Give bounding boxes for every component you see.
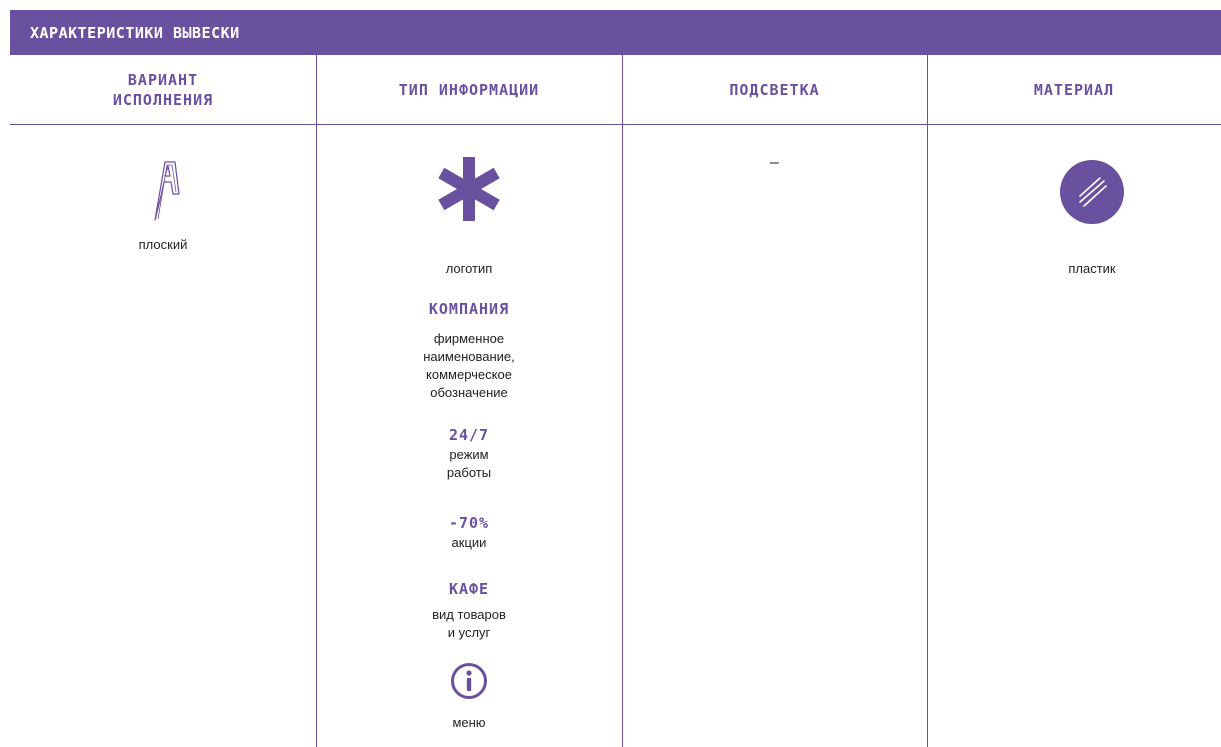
- asterisk-icon: [316, 154, 622, 224]
- hours-title: 24/7: [448, 426, 490, 444]
- variant-column: плоский: [10, 124, 316, 424]
- header-variant: ВАРИАНТ ИСПОЛНЕНИЯ: [112, 70, 214, 109]
- goods-title: КАФЕ: [448, 580, 490, 598]
- company-title: КОМПАНИЯ: [428, 300, 510, 318]
- plastic-stripes-icon: [927, 160, 1221, 229]
- header-lighting: ПОДСВЕТКА: [729, 80, 820, 99]
- info-circle-icon: [316, 662, 622, 700]
- header-material: МАТЕРИАЛ: [1033, 80, 1115, 99]
- variant-label: плоский: [138, 237, 188, 252]
- logo-label: логотип: [445, 261, 493, 276]
- lighting-value: –: [770, 154, 779, 171]
- goods-label: вид товаров и услуг: [432, 607, 506, 640]
- company-label: фирменное наименование, коммерческое обо…: [423, 331, 515, 400]
- hours-label: режим работы: [446, 447, 492, 480]
- material-column: пластик: [927, 124, 1221, 324]
- table-title: ХАРАКТЕРИСТИКИ ВЫВЕСКИ: [30, 23, 240, 42]
- promo-title: -70%: [448, 514, 490, 532]
- header-info-type: ТИП ИНФОРМАЦИИ: [398, 80, 540, 99]
- letter-a-outline-icon: [10, 156, 316, 226]
- lighting-column: –: [622, 124, 927, 224]
- info-type-column: логотип КОМПАНИЯ фирменное наименование,…: [316, 124, 622, 747]
- promo-label: акции: [451, 535, 487, 550]
- table-header-row: ВАРИАНТ ИСПОЛНЕНИЯ ТИП ИНФОРМАЦИИ ПОДСВЕ…: [10, 55, 1221, 125]
- material-label: пластик: [1068, 261, 1116, 276]
- menu-label: меню: [452, 715, 486, 730]
- table-title-banner: ХАРАКТЕРИСТИКИ ВЫВЕСКИ: [10, 10, 1221, 55]
